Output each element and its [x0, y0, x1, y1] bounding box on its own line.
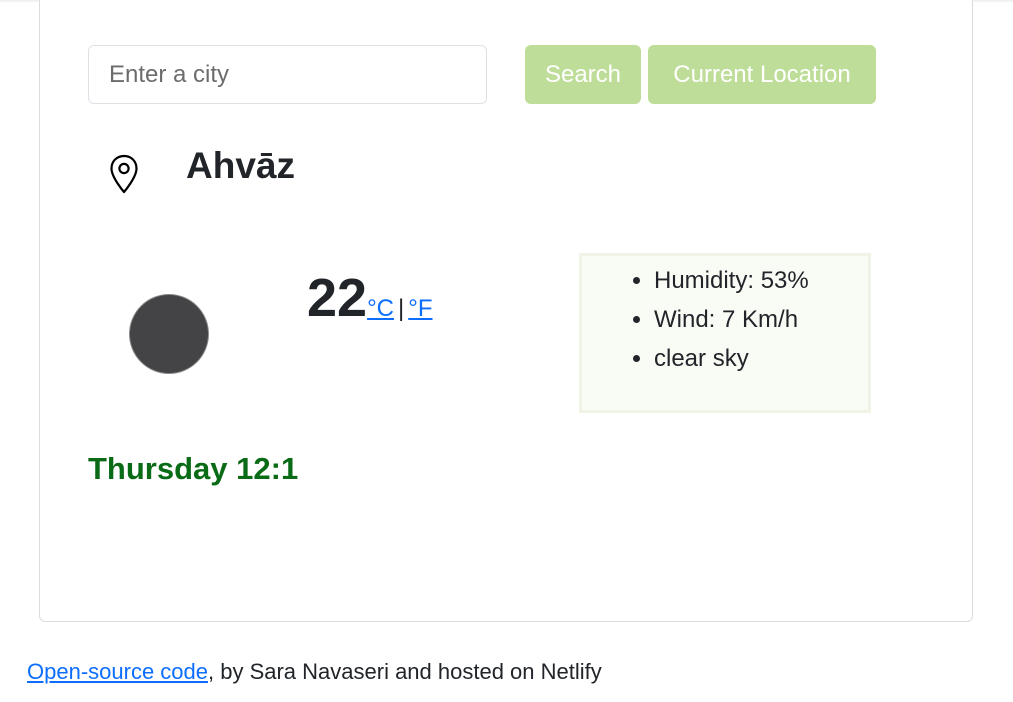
- city-name: Ahvāz: [186, 145, 295, 186]
- weather-details-list: Humidity: 53% Wind: 7 Km/h clear sky: [582, 256, 868, 378]
- humidity-item: Humidity: 53%: [654, 261, 868, 300]
- unit-separator: |: [398, 295, 405, 322]
- search-button[interactable]: Search: [525, 45, 641, 104]
- source-code-link[interactable]: Open-source code: [27, 659, 208, 684]
- temperature-display: 22°C | °F: [307, 266, 433, 330]
- weather-condition-icon: [129, 294, 209, 374]
- wind-item: Wind: 7 Km/h: [654, 300, 868, 339]
- current-location-button[interactable]: Current Location: [648, 45, 876, 104]
- city-search-input[interactable]: [88, 45, 487, 104]
- day-time: Thursday 12:1: [88, 451, 299, 486]
- footer-credit: , by Sara Navaseri and hosted on Netlify: [208, 659, 602, 684]
- footer: Open-source code, by Sara Navaseri and h…: [27, 659, 602, 685]
- fahrenheit-link[interactable]: °F: [408, 295, 432, 322]
- weather-details-box: Humidity: 53% Wind: 7 Km/h clear sky: [579, 253, 871, 413]
- description-item: clear sky: [654, 339, 868, 378]
- temperature-value: 22: [307, 268, 368, 328]
- map-pin-icon: [110, 154, 138, 194]
- celsius-link[interactable]: °C: [367, 295, 394, 322]
